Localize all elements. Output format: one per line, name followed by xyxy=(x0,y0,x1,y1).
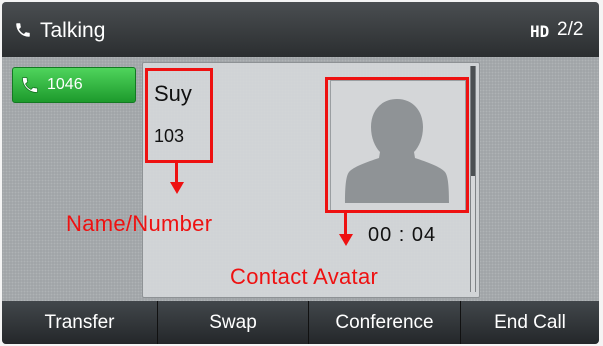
conference-button[interactable]: Conference xyxy=(309,301,461,344)
annotation-arrow-contact-avatar xyxy=(344,213,347,235)
line-key-1046[interactable]: 1046 xyxy=(12,67,136,103)
swap-button[interactable]: Swap xyxy=(158,301,309,344)
annotation-arrow-name-number xyxy=(175,163,178,183)
call-duration: 00 : 04 xyxy=(368,224,437,246)
phone-handset-icon xyxy=(16,23,30,37)
status-bar: Talking HD 2/2 xyxy=(2,2,599,57)
annotation-box-contact-avatar xyxy=(325,77,469,213)
scrollbar-thumb[interactable] xyxy=(471,66,475,176)
softkey-bar: Transfer Swap Conference End Call xyxy=(2,301,599,344)
scrollbar[interactable] xyxy=(470,66,476,292)
hd-audio-badge: HD xyxy=(530,22,550,41)
call-status-title: Talking xyxy=(40,19,106,42)
call-counter: 2/2 xyxy=(557,19,584,40)
annotation-box-name-number xyxy=(145,68,213,163)
phone-handset-icon xyxy=(22,77,38,93)
line-key-label: 1046 xyxy=(47,76,83,93)
annotation-label-contact-avatar: Contact Avatar xyxy=(230,264,379,289)
phone-screen: Talking HD 2/2 1046 Suy 103 00 : 04 Name… xyxy=(2,2,599,344)
annotation-label-name-number: Name/Number xyxy=(66,211,213,236)
transfer-button[interactable]: Transfer xyxy=(2,301,158,344)
annotation-arrowhead-name-number xyxy=(169,182,184,194)
annotation-arrowhead-contact-avatar xyxy=(338,234,353,246)
end-call-button[interactable]: End Call xyxy=(461,301,599,344)
